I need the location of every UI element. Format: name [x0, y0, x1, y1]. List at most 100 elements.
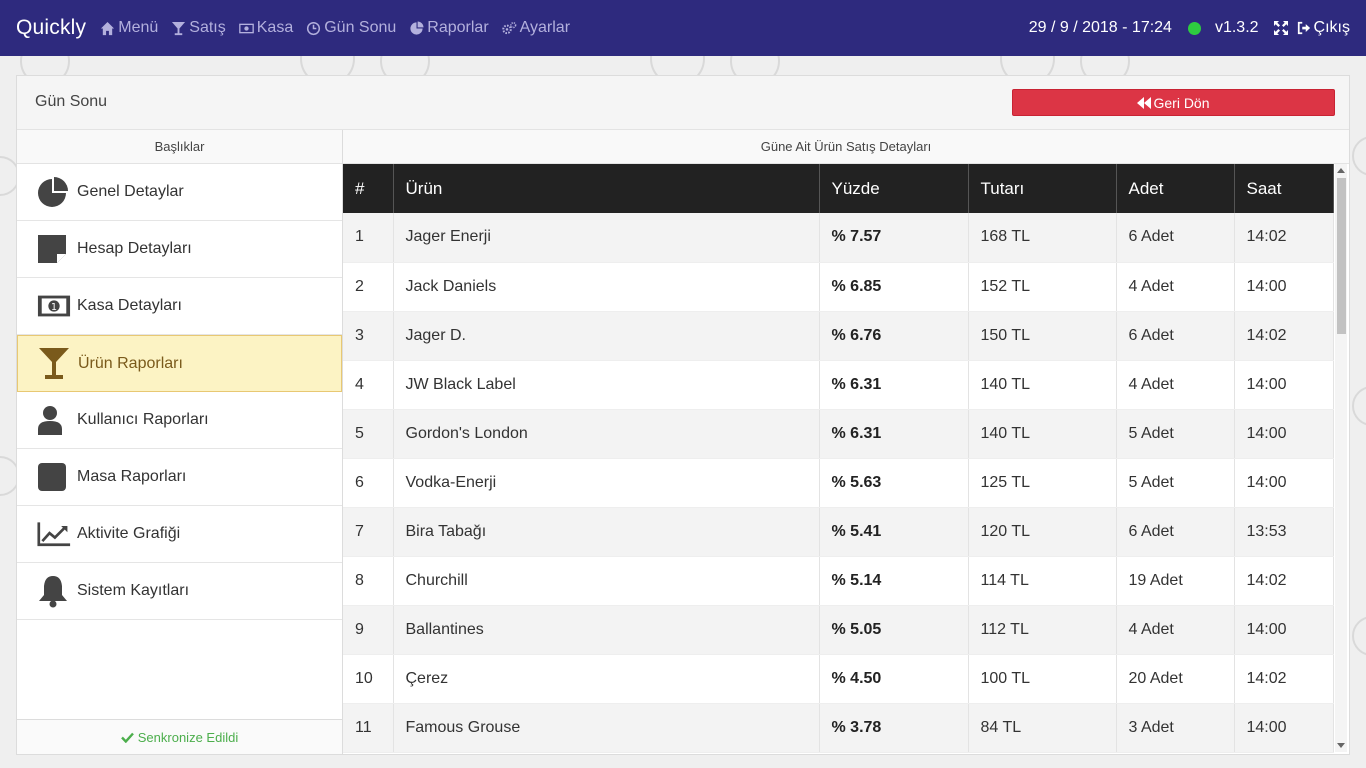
time: 14:00 [1234, 360, 1334, 410]
nav-satis[interactable]: Satış [171, 19, 226, 37]
sidebar-item-label: Genel Detaylar [77, 183, 184, 200]
table-row[interactable]: 11 Famous Grouse% 3.78 84 TL 3 Adet 14:00 [343, 703, 1334, 753]
check-icon [120, 732, 134, 743]
quantity: 6 Adet [1116, 507, 1235, 557]
line-chart-icon [37, 522, 71, 547]
sidebar-item-urun-raporlari[interactable]: Ürün Raporları [17, 335, 342, 392]
scroll-down-arrow[interactable] [1337, 743, 1345, 748]
time: 14:00 [1234, 409, 1334, 459]
percentage: % 7.57 [819, 213, 969, 263]
logout-button[interactable]: Çıkış [1297, 19, 1350, 37]
table-row[interactable]: 7 Bira Tabağı% 5.41 120 TL 6 Adet 13:53 [343, 507, 1334, 557]
product-name: Çerez [393, 654, 820, 704]
table-row[interactable]: 2 Jack Daniels% 6.85 152 TL 4 Adet 14:00 [343, 262, 1334, 312]
table-row[interactable]: 10 Çerez% 4.50 100 TL 20 Adet 14:02 [343, 654, 1334, 704]
column-header[interactable]: Adet [1116, 164, 1235, 213]
percentage: % 6.76 [819, 311, 969, 361]
table-row[interactable]: 8 Churchill% 5.14 114 TL 19 Adet 14:02 [343, 556, 1334, 606]
product-name: Jager D. [393, 311, 820, 361]
scroll-thumb[interactable] [1337, 178, 1346, 334]
fullscreen-icon[interactable] [1273, 20, 1289, 36]
sidebar-item-sistem-kayitlari[interactable]: Sistem Kayıtları [17, 563, 342, 620]
column-header[interactable]: Ürün [393, 164, 820, 213]
glass-icon [39, 347, 69, 379]
time: 13:53 [1234, 507, 1334, 557]
time: 14:00 [1234, 605, 1334, 655]
product-name: Jack Daniels [393, 262, 820, 312]
table-scrollbar[interactable] [1335, 164, 1347, 752]
user-icon [38, 406, 62, 435]
time: 14:02 [1234, 556, 1334, 606]
table-row[interactable]: 5 Gordon's London% 6.31 140 TL 5 Adet 14:00 [343, 409, 1334, 459]
nav-menu[interactable]: Menü [100, 19, 158, 37]
sidebar-item-kullanici-raporlari[interactable]: Kullanıcı Raporları [17, 392, 342, 449]
table-row[interactable]: 9 Ballantines% 5.05 112 TL 4 Adet 14:00 [343, 605, 1334, 655]
quantity: 4 Adet [1116, 605, 1235, 655]
nav-raporlar[interactable]: Raporlar [409, 19, 489, 37]
back-button[interactable]: Geri Dön [1012, 89, 1335, 116]
scroll-up-arrow[interactable] [1337, 168, 1345, 173]
pie-chart-icon [38, 177, 68, 207]
top-navbar: Quickly Menü Satış Kasa Gün Sonu Raporla… [0, 0, 1366, 56]
amount: 112 TL [968, 605, 1117, 655]
sidebar-item-hesap-detaylari[interactable]: Hesap Detayları [17, 221, 342, 278]
sidebar-item-genel-detaylar[interactable]: Genel Detaylar [17, 164, 342, 221]
column-header[interactable]: Saat [1234, 164, 1334, 213]
sidebar-item-label: Hesap Detayları [77, 240, 192, 257]
page-title: Gün Sonu [35, 93, 108, 110]
table-row[interactable]: 6 Vodka-Enerji% 5.63 125 TL 5 Adet 14:00 [343, 458, 1334, 508]
row-index: 8 [343, 556, 394, 606]
table-row[interactable]: 3 Jager D.% 6.76 150 TL 6 Adet 14:02 [343, 311, 1334, 361]
nav-satis-label: Satış [189, 19, 226, 36]
product-name: Vodka-Enerji [393, 458, 820, 508]
quantity: 6 Adet [1116, 213, 1235, 263]
nav-gun-sonu-label: Gün Sonu [324, 19, 397, 36]
quantity: 3 Adet [1116, 703, 1235, 753]
table-row[interactable]: 4 JW Black Label% 6.31 140 TL 4 Adet 14:00 [343, 360, 1334, 410]
svg-text:1: 1 [51, 302, 57, 313]
sync-status-label: Senkronize Edildi [137, 729, 239, 745]
glass-icon [172, 21, 186, 35]
app-brand[interactable]: Quickly [16, 16, 86, 40]
home-icon [101, 21, 115, 35]
nav-raporlar-label: Raporlar [427, 19, 489, 36]
product-name: Ballantines [393, 605, 820, 655]
amount: 114 TL [968, 556, 1117, 606]
table-row[interactable]: 1 Jager Enerji% 7.57 168 TL 6 Adet 14:02 [343, 213, 1334, 263]
quantity: 19 Adet [1116, 556, 1235, 606]
percentage: % 6.31 [819, 409, 969, 459]
nav-kasa-label: Kasa [256, 19, 294, 36]
sidebar-item-label: Ürün Raporları [78, 354, 183, 372]
row-index: 11 [343, 703, 394, 753]
sales-table-wrapper[interactable]: # Ürün Yüzde Tutarı Adet Saat 1 Jager Ene… [343, 164, 1349, 754]
sticky-note-icon [38, 235, 66, 263]
percentage: % 5.05 [819, 605, 969, 655]
product-name: Famous Grouse [393, 703, 820, 753]
column-header[interactable]: Yüzde [819, 164, 969, 213]
nav-menu-label: Menü [118, 19, 159, 36]
percentage: % 4.50 [819, 654, 969, 704]
product-name: Gordon's London [393, 409, 820, 459]
nav-kasa[interactable]: Kasa [238, 19, 294, 37]
column-header[interactable]: Tutarı [968, 164, 1117, 213]
sidebar-item-aktivite-grafigi[interactable]: Aktivite Grafiği [17, 506, 342, 563]
table-header-row: # Ürün Yüzde Tutarı Adet Saat [343, 164, 1334, 213]
sidebar-item-masa-raporlari[interactable]: Masa Raporları [17, 449, 342, 506]
time: 14:00 [1234, 458, 1334, 508]
sync-status: Senkronize Edildi [17, 719, 342, 754]
row-index: 7 [343, 507, 394, 557]
nav-right-group: 29 / 9 / 2018 - 17:24 v1.3.2 Çıkış [1029, 19, 1350, 37]
back-button-label: Geri Dön [1153, 94, 1210, 111]
sales-detail-section: Güne Ait Ürün Satış Detayları # Ürün Yüz… [343, 130, 1349, 754]
sidebar-item-kasa-detaylari[interactable]: 1 Kasa Detayları [17, 278, 342, 335]
time: 14:02 [1234, 654, 1334, 704]
nav-ayarlar[interactable]: Ayarlar [501, 19, 570, 37]
percentage: % 6.85 [819, 262, 969, 312]
quantity: 4 Adet [1116, 360, 1235, 410]
content-header: Güne Ait Ürün Satış Detayları [343, 130, 1349, 164]
amount: 150 TL [968, 311, 1117, 361]
column-header[interactable]: # [343, 164, 394, 213]
nav-gun-sonu[interactable]: Gün Sonu [306, 19, 396, 37]
sidebar-item-label: Kasa Detayları [77, 297, 182, 314]
pie-chart-icon [410, 20, 424, 35]
